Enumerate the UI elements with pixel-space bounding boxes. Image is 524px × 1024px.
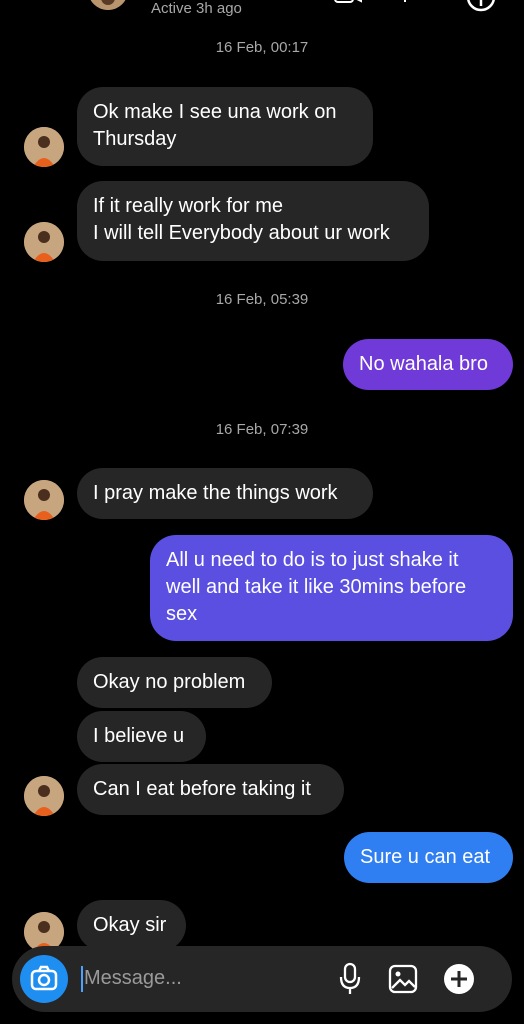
message-bubble-outgoing[interactable]: Sure u can eat	[344, 832, 513, 883]
info-icon[interactable]	[466, 0, 496, 12]
camera-button[interactable]	[20, 955, 68, 1003]
message-line: Thursday	[93, 128, 177, 150]
message-bubble-incoming[interactable]: Okay sir	[77, 900, 186, 951]
timestamp: 16 Feb, 07:39	[215, 421, 309, 438]
contact-status: Active 3h ago	[151, 0, 242, 17]
chat-header: Active 3h ago	[0, 0, 524, 24]
message-bubble-incoming[interactable]: Ok make I see una work on Thursday	[77, 87, 373, 166]
message-line: I believe u	[93, 725, 185, 747]
message-input[interactable]: Message...	[84, 967, 182, 990]
message-line: Can I eat before taking it	[93, 778, 311, 800]
contact-avatar[interactable]	[88, 0, 128, 10]
sender-avatar[interactable]	[24, 127, 64, 167]
message-line: No wahala bro	[359, 353, 488, 375]
message-line: Sure u can eat	[360, 846, 491, 868]
message-bubble-outgoing[interactable]: All u need to do is to just shake it wel…	[150, 535, 513, 641]
camera-icon	[30, 965, 58, 991]
message-line: Okay sir	[93, 914, 167, 936]
sender-avatar[interactable]	[24, 222, 64, 262]
message-line: well and take it like 30mins before	[166, 576, 467, 598]
message-bubble-incoming[interactable]: Can I eat before taking it	[77, 764, 344, 815]
message-bubble-incoming[interactable]: I believe u	[77, 711, 206, 762]
phone-icon[interactable]	[398, 0, 412, 4]
message-bubble-incoming[interactable]: If it really work for me I will tell Eve…	[77, 181, 429, 261]
sender-avatar[interactable]	[24, 776, 64, 816]
gallery-icon[interactable]	[388, 964, 418, 994]
sender-avatar[interactable]	[24, 480, 64, 520]
message-line: Ok make I see una work on	[93, 101, 337, 123]
plus-icon[interactable]	[442, 962, 476, 996]
text-cursor	[81, 966, 83, 992]
message-composer: Message...	[12, 946, 512, 1012]
message-line: I pray make the things work	[93, 482, 338, 504]
message-line: Okay no problem	[93, 671, 246, 693]
timestamp: 16 Feb, 00:17	[215, 39, 309, 56]
message-line: All u need to do is to just shake it	[166, 549, 459, 571]
message-line: sex	[166, 603, 198, 625]
timestamp: 16 Feb, 05:39	[215, 291, 309, 308]
video-call-icon[interactable]	[334, 0, 362, 4]
message-bubble-outgoing[interactable]: No wahala bro	[343, 339, 513, 390]
message-line: I will tell Everybody about ur work	[93, 222, 390, 244]
microphone-icon[interactable]	[338, 962, 362, 996]
back-arrow-icon[interactable]	[18, 0, 38, 4]
message-line: If it really work for me	[93, 195, 284, 217]
message-bubble-incoming[interactable]: Okay no problem	[77, 657, 272, 708]
message-bubble-incoming[interactable]: I pray make the things work	[77, 468, 373, 519]
